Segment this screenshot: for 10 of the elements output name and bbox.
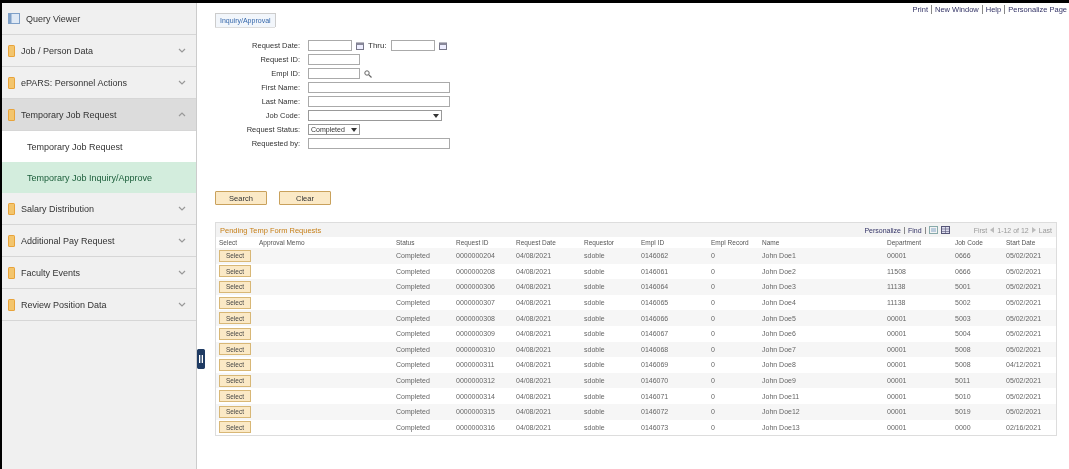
sidebar-subitem[interactable]: Temporary Job Request [2,131,196,162]
sidebar-item[interactable]: Review Position Data [2,289,196,321]
sidebar-subitem[interactable]: Temporary Job Inquiry/Approve [2,162,196,193]
sidebar-item[interactable]: Faculty Events [2,257,196,289]
sidebar-item[interactable]: Job / Person Data [2,35,196,67]
sidebar-item[interactable]: Query Viewer [2,3,196,35]
sidebar-item[interactable]: Salary Distribution [2,193,196,225]
field-label: Thru: [368,41,387,50]
sidebar-item[interactable]: Temporary Job Request [2,99,196,131]
sidebar-item[interactable]: Additional Pay Request [2,225,196,257]
